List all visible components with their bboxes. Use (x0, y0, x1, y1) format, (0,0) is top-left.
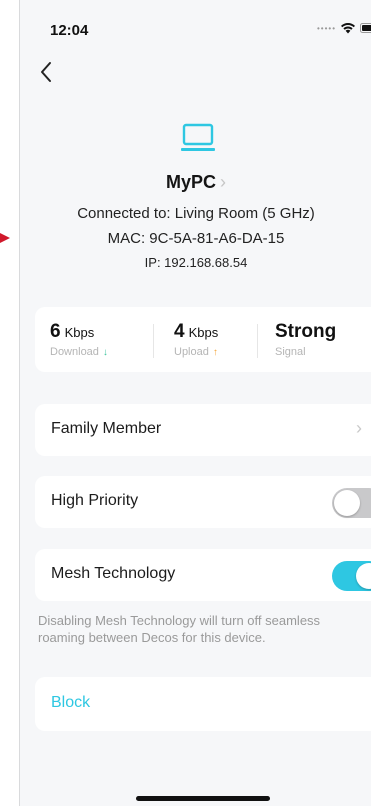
chevron-left-icon[interactable] (38, 60, 54, 84)
ip-address-text: IP: 192.168.68.54 (144, 255, 248, 270)
download-stat: 6 Kbps Download ↓ (50, 321, 108, 358)
signal-stat: Strong Signal (275, 321, 336, 358)
chevron-right-icon: › (356, 418, 362, 438)
upload-value: 4 (174, 321, 185, 342)
toggle-knob (334, 490, 360, 516)
connected-to-text: Connected to: Living Room (5 GHz) (77, 205, 315, 222)
chevron-right-icon: › (220, 172, 226, 192)
battery-icon (360, 23, 371, 33)
high-priority-label: High Priority (51, 492, 139, 509)
stats-divider (153, 324, 154, 358)
stats-card: 6 Kbps Download ↓ 4 Kbps Upload ↑ Strong Sig… (35, 307, 371, 372)
phone-screen: 12:04 ••••• MyPC › Connected to: Living R… (19, 0, 371, 806)
download-unit: Kbps (64, 325, 95, 340)
laptop-icon (181, 123, 215, 151)
mac-address-text: MAC: 9C-5A-81-A6-DA-15 (107, 230, 285, 247)
arrow-down-icon: ↓ (102, 347, 108, 358)
device-name: MyPC (165, 172, 216, 192)
signal-value: Strong (275, 321, 337, 342)
high-priority-row: High Priority (35, 476, 371, 528)
mesh-technology-label: Mesh Technology (51, 565, 176, 582)
arrow-up-icon: ↑ (212, 347, 218, 358)
wifi-icon (341, 23, 355, 34)
stats-divider (257, 324, 258, 358)
status-bar: 12:04 ••••• (20, 0, 371, 44)
toggle-knob (356, 563, 371, 589)
home-indicator[interactable] (136, 796, 270, 801)
family-member-row[interactable]: Family Member › (35, 404, 371, 456)
mesh-note-text: Disabling Mesh Technology will turn off … (38, 613, 321, 645)
download-label: Download (50, 346, 99, 358)
device-name-link[interactable]: MyPC › (20, 172, 371, 193)
status-icons: ••••• (317, 22, 371, 34)
upload-unit: Kbps (188, 325, 219, 340)
block-label: Block (51, 694, 91, 711)
upload-stat: 4 Kbps Upload ↑ (174, 321, 218, 358)
mesh-technology-row: Mesh Technology (35, 549, 371, 601)
status-time: 12:04 (50, 22, 89, 39)
cell-dots-icon: ••••• (316, 23, 336, 33)
block-button[interactable]: Block (35, 677, 371, 731)
download-value: 6 (50, 321, 61, 342)
upload-label: Upload (174, 346, 209, 358)
signal-label: Signal (275, 346, 306, 358)
mesh-technology-toggle[interactable] (332, 561, 371, 591)
annotation-arrow-icon (0, 233, 10, 243)
high-priority-toggle[interactable] (332, 488, 371, 518)
family-member-label: Family Member (51, 420, 162, 437)
